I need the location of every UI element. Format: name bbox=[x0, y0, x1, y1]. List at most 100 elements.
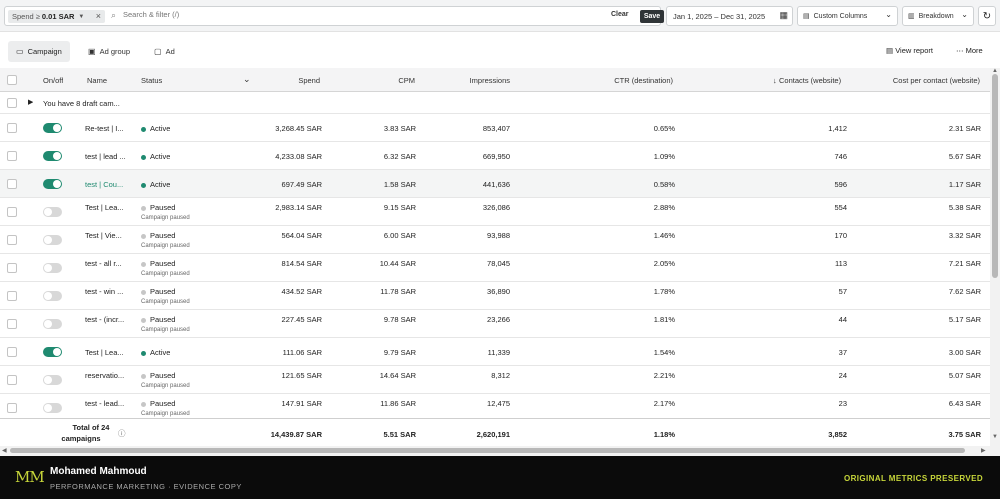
impressions-cell: 36,890 bbox=[487, 287, 510, 296]
tab-ad[interactable]: ▢ Ad bbox=[146, 41, 183, 62]
select-all-checkbox[interactable] bbox=[7, 75, 17, 85]
col-ctr[interactable]: CTR (destination) bbox=[560, 76, 673, 85]
info-icon[interactable]: ⓘ bbox=[118, 428, 126, 439]
breakdown-icon: ▥ bbox=[908, 13, 915, 20]
draft-checkbox[interactable] bbox=[7, 98, 17, 108]
campaign-toggle[interactable] bbox=[43, 179, 62, 189]
table-row[interactable]: test | Cou... Active 697.49 SAR 1.58 SAR 441… bbox=[0, 170, 990, 198]
tab-campaign[interactable]: ▭ Campaign bbox=[8, 41, 70, 62]
draft-notice-text[interactable]: You have 8 draft cam... bbox=[43, 99, 120, 108]
col-contacts[interactable]: Contacts (website) bbox=[779, 76, 841, 85]
campaign-name-link[interactable]: reservatio... bbox=[85, 371, 130, 380]
campaign-name-link[interactable]: test - lead... bbox=[85, 399, 130, 408]
campaign-name-link[interactable]: test - all r... bbox=[85, 259, 130, 268]
close-icon[interactable]: × bbox=[96, 11, 101, 21]
row-checkbox[interactable] bbox=[7, 123, 17, 133]
row-checkbox[interactable] bbox=[7, 235, 17, 245]
impressions-cell: 93,988 bbox=[487, 231, 510, 240]
table-row[interactable]: Test | Vie... Paused Campaign paused 564.04… bbox=[0, 226, 990, 254]
filter-bar[interactable]: Spend ≥ 0.01 SAR ▼ × ⌕ Clear Save bbox=[4, 6, 664, 26]
table-row[interactable]: Test | Lea... Paused Campaign paused 2,983.… bbox=[0, 198, 990, 226]
cost-per-contact-cell: 2.31 SAR bbox=[948, 124, 981, 133]
campaign-toggle[interactable] bbox=[43, 375, 62, 385]
col-onoff[interactable]: On/off bbox=[43, 76, 63, 85]
scroll-right-icon[interactable]: ▶ bbox=[981, 447, 986, 454]
table-row[interactable]: Test | Lea... Active 111.06 SAR 9.79 SAR 11,… bbox=[0, 338, 990, 366]
table-row[interactable]: test - (incr... Paused Campaign paused 227.… bbox=[0, 310, 990, 338]
row-checkbox[interactable] bbox=[7, 207, 17, 217]
campaign-toggle[interactable] bbox=[43, 347, 62, 357]
col-cost-per-contact[interactable]: Cost per contact (website) bbox=[860, 76, 980, 85]
col-status[interactable]: Status bbox=[141, 76, 162, 85]
campaign-toggle[interactable] bbox=[43, 403, 62, 413]
row-checkbox[interactable] bbox=[7, 319, 17, 329]
row-checkbox[interactable] bbox=[7, 179, 17, 189]
vertical-scrollbar[interactable]: ▲ ▼ bbox=[990, 68, 1000, 446]
table-row[interactable]: Re-test | I... Active 3,268.45 SAR 3.83 SAR… bbox=[0, 114, 990, 142]
campaign-toggle[interactable] bbox=[43, 151, 62, 161]
horizontal-scrollbar[interactable]: ◀ ▶ bbox=[0, 446, 1000, 456]
row-checkbox[interactable] bbox=[7, 263, 17, 273]
campaign-toggle[interactable] bbox=[43, 319, 62, 329]
campaign-name-link[interactable]: test | Cou... bbox=[85, 180, 130, 189]
impressions-cell: 8,312 bbox=[491, 371, 510, 380]
table-row[interactable]: reservatio... Paused Campaign paused 121.65… bbox=[0, 366, 990, 394]
col-name[interactable]: Name bbox=[87, 76, 107, 85]
campaign-toggle[interactable] bbox=[43, 291, 62, 301]
row-checkbox[interactable] bbox=[7, 347, 17, 357]
date-range-picker[interactable]: Jan 1, 2025 – Dec 31, 2025 ▦ bbox=[666, 6, 793, 26]
cpm-cell: 11.78 SAR bbox=[380, 287, 416, 296]
row-checkbox[interactable] bbox=[7, 403, 17, 413]
refresh-button[interactable]: ↻ bbox=[978, 6, 996, 26]
ctr-cell: 0.58% bbox=[653, 180, 675, 189]
scroll-left-icon[interactable]: ◀ bbox=[2, 447, 7, 454]
expand-icon[interactable]: ▶ bbox=[28, 98, 33, 106]
cpm-cell: 9.79 SAR bbox=[383, 348, 416, 357]
cost-per-contact-cell: 5.38 SAR bbox=[948, 203, 981, 212]
clear-button[interactable]: Clear bbox=[611, 11, 629, 18]
table-row[interactable]: test - win ... Paused Campaign paused 434.5… bbox=[0, 282, 990, 310]
campaign-toggle[interactable] bbox=[43, 207, 62, 217]
impressions-cell: 853,407 bbox=[482, 124, 510, 133]
campaign-name-link[interactable]: Test | Lea... bbox=[85, 203, 130, 212]
custom-columns-dropdown[interactable]: ▤ Custom Columns ⌄ bbox=[797, 6, 898, 26]
view-report-button[interactable]: ▤ View report bbox=[886, 46, 933, 55]
tab-ad-group[interactable]: ▣ Ad group bbox=[80, 41, 138, 62]
draft-notice-row[interactable]: ▶ You have 8 draft cam... bbox=[0, 92, 990, 114]
row-checkbox[interactable] bbox=[7, 151, 17, 161]
campaign-toggle[interactable] bbox=[43, 123, 62, 133]
campaign-name-link[interactable]: Re-test | I... bbox=[85, 124, 130, 133]
ctr-cell: 1.09% bbox=[653, 152, 675, 161]
chevron-down-icon[interactable]: ⌄ bbox=[243, 74, 251, 85]
spend-cell: 564.04 SAR bbox=[281, 231, 322, 240]
table-row[interactable]: test - all r... Paused Campaign paused 814.… bbox=[0, 254, 990, 282]
chevron-down-icon: ⌄ bbox=[961, 10, 968, 19]
scroll-down-icon[interactable]: ▼ bbox=[992, 434, 998, 440]
status-dot-icon bbox=[141, 373, 146, 379]
folder-icon: ▭ bbox=[16, 47, 24, 56]
campaign-toggle[interactable] bbox=[43, 235, 62, 245]
row-checkbox[interactable] bbox=[7, 291, 17, 301]
sort-desc-icon[interactable]: ↓ bbox=[773, 76, 777, 85]
contacts-cell: 113 bbox=[835, 259, 847, 268]
row-checkbox[interactable] bbox=[7, 375, 17, 385]
campaign-toggle[interactable] bbox=[43, 263, 62, 273]
more-button[interactable]: ⋯ More bbox=[956, 46, 983, 55]
chevron-down-icon[interactable]: ▼ bbox=[78, 14, 84, 20]
campaign-name-link[interactable]: Test | Vie... bbox=[85, 231, 130, 240]
spend-filter-chip[interactable]: Spend ≥ 0.01 SAR ▼ × bbox=[8, 10, 105, 23]
horizontal-scroll-thumb[interactable] bbox=[10, 448, 965, 453]
campaign-name-link[interactable]: test - (incr... bbox=[85, 315, 130, 324]
col-cpm[interactable]: CPM bbox=[355, 76, 415, 85]
search-input[interactable] bbox=[123, 10, 523, 19]
campaign-name-link[interactable]: test - win ... bbox=[85, 287, 130, 296]
col-spend[interactable]: Spend bbox=[260, 76, 320, 85]
campaign-name-link[interactable]: test | lead ... bbox=[85, 152, 130, 161]
col-impressions[interactable]: Impressions bbox=[420, 76, 510, 85]
breakdown-dropdown[interactable]: ▥ Breakdown ⌄ bbox=[902, 6, 974, 26]
table-row[interactable]: test | lead ... Active 4,233.08 SAR 6.32 SA… bbox=[0, 142, 990, 170]
save-button[interactable]: Save bbox=[640, 10, 664, 23]
vertical-scroll-thumb[interactable] bbox=[992, 74, 998, 278]
totals-label-2: campaigns bbox=[61, 434, 101, 443]
campaign-name-link[interactable]: Test | Lea... bbox=[85, 348, 130, 357]
